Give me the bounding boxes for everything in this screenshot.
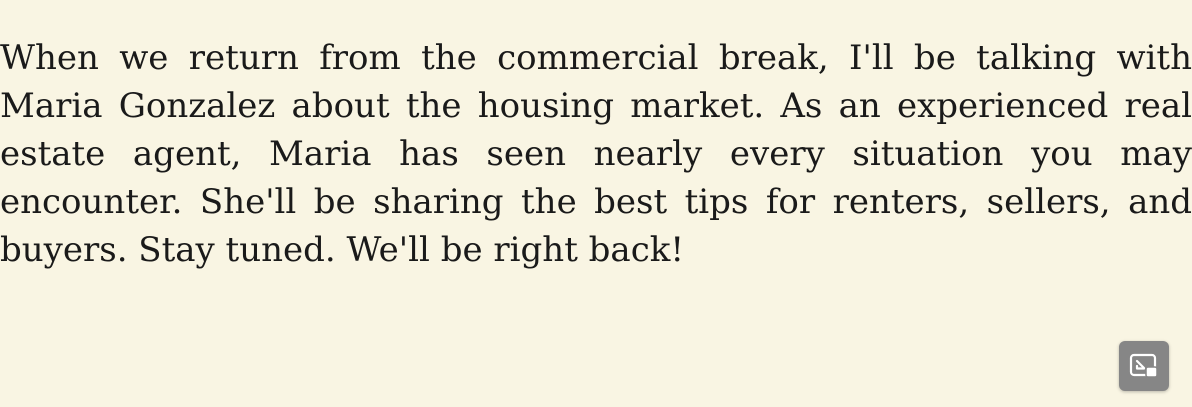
picture-in-picture-button[interactable] [1119,341,1169,391]
reader-content: When we return from the commercial break… [0,34,1192,394]
picture-in-picture-exit-icon [1129,353,1159,379]
passage-text: When we return from the commercial break… [0,38,1192,270]
